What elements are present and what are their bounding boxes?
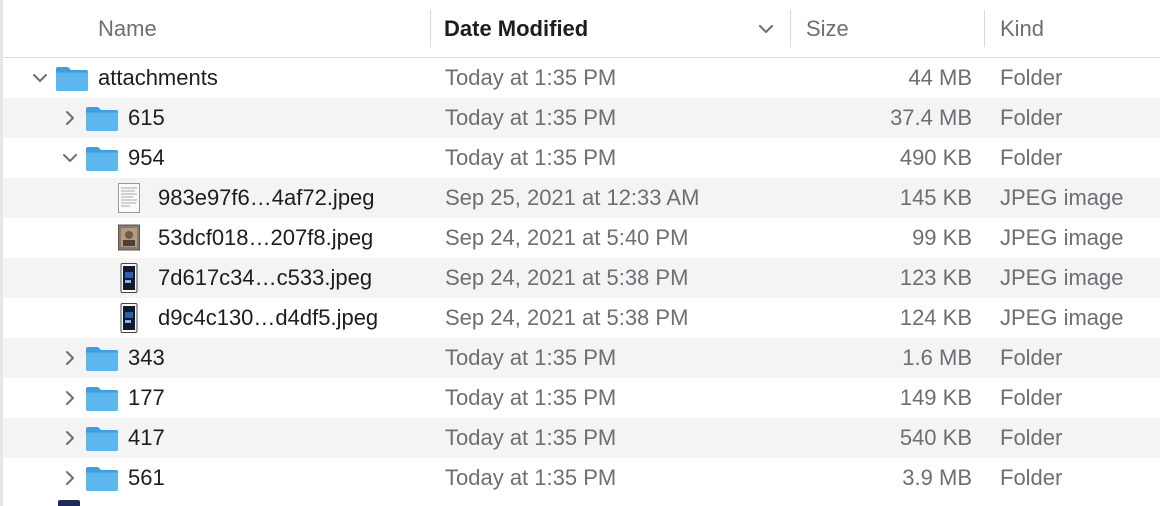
photo-thumbnail-icon bbox=[118, 224, 140, 251]
chevron-right-icon[interactable] bbox=[60, 348, 80, 368]
item-name: 561 bbox=[128, 465, 165, 490]
item-name: 417 bbox=[128, 425, 165, 450]
folder-icon bbox=[86, 147, 118, 171]
item-kind: Folder bbox=[1000, 385, 1063, 410]
folder-row[interactable]: 177 Today at 1:35 PM 149 KB Folder bbox=[3, 378, 1160, 418]
partially-visible-icon bbox=[58, 500, 80, 506]
file-row[interactable]: 983e97f6…4af72.jpeg Sep 25, 2021 at 12:33… bbox=[3, 178, 1160, 218]
item-size: 37.4 MB bbox=[890, 105, 972, 130]
column-header-size-label: Size bbox=[806, 16, 849, 41]
folder-icon bbox=[86, 107, 118, 131]
item-name: 983e97f6…4af72.jpeg bbox=[158, 185, 375, 210]
item-date-modified: Today at 1:35 PM bbox=[445, 465, 617, 490]
item-name: 177 bbox=[128, 385, 165, 410]
folder-row[interactable]: 615 Today at 1:35 PM 37.4 MB Folder bbox=[3, 98, 1160, 138]
item-kind: Folder bbox=[1000, 425, 1063, 450]
folder-row[interactable]: 343 Today at 1:35 PM 1.6 MB Folder bbox=[3, 338, 1160, 378]
folder-icon bbox=[86, 347, 118, 371]
item-size: 490 KB bbox=[899, 145, 972, 170]
phone-screenshot-thumbnail-icon bbox=[120, 303, 138, 333]
item-size: 44 MB bbox=[908, 65, 972, 90]
chevron-down-icon[interactable] bbox=[60, 148, 80, 168]
column-header-kind-label: Kind bbox=[1000, 16, 1045, 41]
item-size: 124 KB bbox=[899, 305, 972, 330]
item-name: 7d617c34…c533.jpeg bbox=[158, 265, 373, 290]
item-name: attachments bbox=[98, 65, 218, 90]
item-kind: JPEG image bbox=[1000, 225, 1124, 250]
item-kind: Folder bbox=[1000, 145, 1063, 170]
item-size: 123 KB bbox=[899, 265, 972, 290]
item-size: 145 KB bbox=[899, 185, 972, 210]
item-date-modified: Sep 24, 2021 at 5:40 PM bbox=[445, 225, 689, 250]
column-header: Name Date Modified Size Kind bbox=[3, 0, 1160, 58]
chevron-right-icon[interactable] bbox=[60, 428, 80, 448]
folder-row[interactable]: attachments Today at 1:35 PM 44 MB Folder bbox=[3, 58, 1160, 98]
finder-list-view: Name Date Modified Size Kind attachments… bbox=[0, 0, 1160, 506]
item-size: 1.6 MB bbox=[902, 345, 972, 370]
item-date-modified: Today at 1:35 PM bbox=[445, 345, 617, 370]
folder-row[interactable]: 954 Today at 1:35 PM 490 KB Folder bbox=[3, 138, 1160, 178]
file-row[interactable]: 53dcf018…207f8.jpeg Sep 24, 2021 at 5:40 … bbox=[3, 218, 1160, 258]
item-date-modified: Sep 24, 2021 at 5:38 PM bbox=[445, 265, 689, 290]
item-size: 99 KB bbox=[912, 225, 972, 250]
item-name: 53dcf018…207f8.jpeg bbox=[158, 225, 374, 250]
item-date-modified: Today at 1:35 PM bbox=[445, 65, 617, 90]
item-size: 149 KB bbox=[899, 385, 972, 410]
item-date-modified: Sep 24, 2021 at 5:38 PM bbox=[445, 305, 689, 330]
item-name: 954 bbox=[128, 145, 165, 170]
column-header-kind[interactable]: Kind bbox=[985, 0, 1160, 57]
item-kind: Folder bbox=[1000, 345, 1063, 370]
item-name: 615 bbox=[128, 105, 165, 130]
item-date-modified: Today at 1:35 PM bbox=[445, 105, 617, 130]
folder-icon bbox=[86, 387, 118, 411]
column-header-size[interactable]: Size bbox=[791, 0, 984, 57]
item-size: 540 KB bbox=[899, 425, 972, 450]
column-header-date-modified[interactable]: Date Modified bbox=[431, 0, 790, 57]
chevron-right-icon[interactable] bbox=[60, 468, 80, 488]
item-date-modified: Sep 25, 2021 at 12:33 AM bbox=[445, 185, 700, 210]
item-kind: Folder bbox=[1000, 465, 1063, 490]
phone-screenshot-thumbnail-icon bbox=[120, 263, 138, 293]
item-size: 3.9 MB bbox=[902, 465, 972, 490]
item-kind: Folder bbox=[1000, 65, 1063, 90]
folder-row[interactable]: 417 Today at 1:35 PM 540 KB Folder bbox=[3, 418, 1160, 458]
folder-icon bbox=[86, 427, 118, 451]
item-kind: JPEG image bbox=[1000, 305, 1124, 330]
chevron-down-icon[interactable] bbox=[756, 19, 776, 39]
item-kind: Folder bbox=[1000, 105, 1063, 130]
list-bottom-edge bbox=[3, 498, 1160, 506]
item-date-modified: Today at 1:35 PM bbox=[445, 145, 617, 170]
column-header-name-label: Name bbox=[98, 16, 157, 41]
item-kind: JPEG image bbox=[1000, 265, 1124, 290]
column-header-name[interactable]: Name bbox=[3, 0, 430, 57]
chevron-right-icon[interactable] bbox=[60, 388, 80, 408]
chevron-down-icon[interactable] bbox=[30, 68, 50, 88]
item-name: d9c4c130…d4df5.jpeg bbox=[158, 305, 379, 330]
item-date-modified: Today at 1:35 PM bbox=[445, 385, 617, 410]
file-list: attachments Today at 1:35 PM 44 MB Folder 61… bbox=[3, 58, 1160, 498]
chevron-right-icon[interactable] bbox=[60, 108, 80, 128]
item-kind: JPEG image bbox=[1000, 185, 1124, 210]
folder-row[interactable]: 561 Today at 1:35 PM 3.9 MB Folder bbox=[3, 458, 1160, 498]
item-date-modified: Today at 1:35 PM bbox=[445, 425, 617, 450]
item-name: 343 bbox=[128, 345, 165, 370]
folder-icon bbox=[86, 467, 118, 491]
file-row[interactable]: 7d617c34…c533.jpeg Sep 24, 2021 at 5:38 P… bbox=[3, 258, 1160, 298]
folder-icon bbox=[56, 67, 88, 91]
column-header-date-label: Date Modified bbox=[444, 16, 589, 41]
document-thumbnail-icon bbox=[118, 183, 140, 213]
file-row[interactable]: d9c4c130…d4df5.jpeg Sep 24, 2021 at 5:38 … bbox=[3, 298, 1160, 338]
